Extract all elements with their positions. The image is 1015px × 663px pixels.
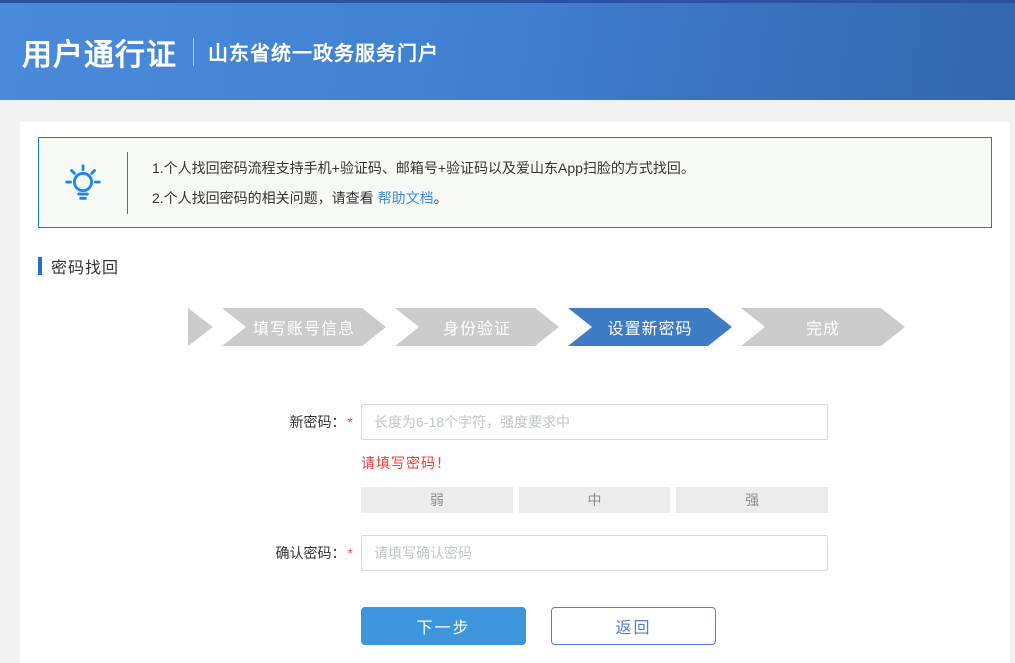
notice-box: 1.个人找回密码流程支持手机+验证码、邮箱号+验证码以及爱山东App扫脸的方式找… [38,137,992,228]
step-set-new-password: 设置新密码 [568,308,732,346]
section-title-label: 密码找回 [51,254,119,278]
step-label: 设置新密码 [607,315,692,339]
strength-strong: 强 [676,487,828,513]
step-complete: 完成 [741,308,905,346]
back-button[interactable]: 返回 [551,607,716,645]
lightbulb-icon [39,160,127,206]
notice-line-1: 1.个人找回密码流程支持手机+验证码、邮箱号+验证码以及爱山东App扫脸的方式找… [152,153,695,183]
notice-line-2-prefix: 2.个人找回密码的相关问题，请查看 [152,190,378,206]
next-step-button[interactable]: 下一步 [361,607,526,645]
notice-line-2: 2.个人找回密码的相关问题，请查看 帮助文档。 [152,183,695,213]
confirm-password-label: 确认密码：* [243,543,353,563]
step-fill-account-info: 填写账号信息 [222,308,386,346]
notice-text: 1.个人找回密码流程支持手机+验证码、邮箱号+验证码以及爱山东App扫脸的方式找… [128,153,695,213]
required-asterisk: * [348,545,353,561]
step-identity-verification: 身份验证 [395,308,559,346]
form-buttons: 下一步 返回 [361,607,992,645]
new-password-input[interactable] [361,404,828,440]
confirm-password-field-wrap [361,535,828,571]
page-header: 用户通行证 山东省统一政务服务门户 [0,0,1015,100]
notice-line-2-suffix: 。 [434,190,448,206]
step-label: 身份验证 [443,315,511,339]
help-doc-link[interactable]: 帮助文档 [378,190,434,206]
step-lead-arrow [188,308,213,346]
step-label: 填写账号信息 [253,315,355,339]
strength-weak: 弱 [361,487,513,513]
page-title: 用户通行证 [22,30,177,74]
new-password-label: 新密码：* [243,412,353,432]
content-card: 1.个人找回密码流程支持手机+验证码、邮箱号+验证码以及爱山东App扫脸的方式找… [20,122,1010,663]
section-title: 密码找回 [38,254,992,278]
password-error-message: 请填写密码！ [361,453,992,473]
title-divider [193,38,194,66]
step-indicator: 填写账号信息 身份验证 设置新密码 完成 [188,308,992,346]
required-asterisk: * [348,414,353,430]
confirm-password-row: 确认密码：* [243,535,992,571]
step-label: 完成 [806,315,840,339]
new-password-row: 新密码：* [243,404,992,440]
password-form: 新密码：* 请填写密码！ 弱 中 强 确认密码：* 下一步 返回 [38,404,992,645]
password-strength-meter: 弱 中 强 [361,487,828,513]
section-title-bar [38,257,42,275]
confirm-password-input[interactable] [361,535,828,571]
page-subtitle: 山东省统一政务服务门户 [208,37,439,66]
new-password-field-wrap [361,404,828,440]
strength-medium: 中 [519,487,671,513]
